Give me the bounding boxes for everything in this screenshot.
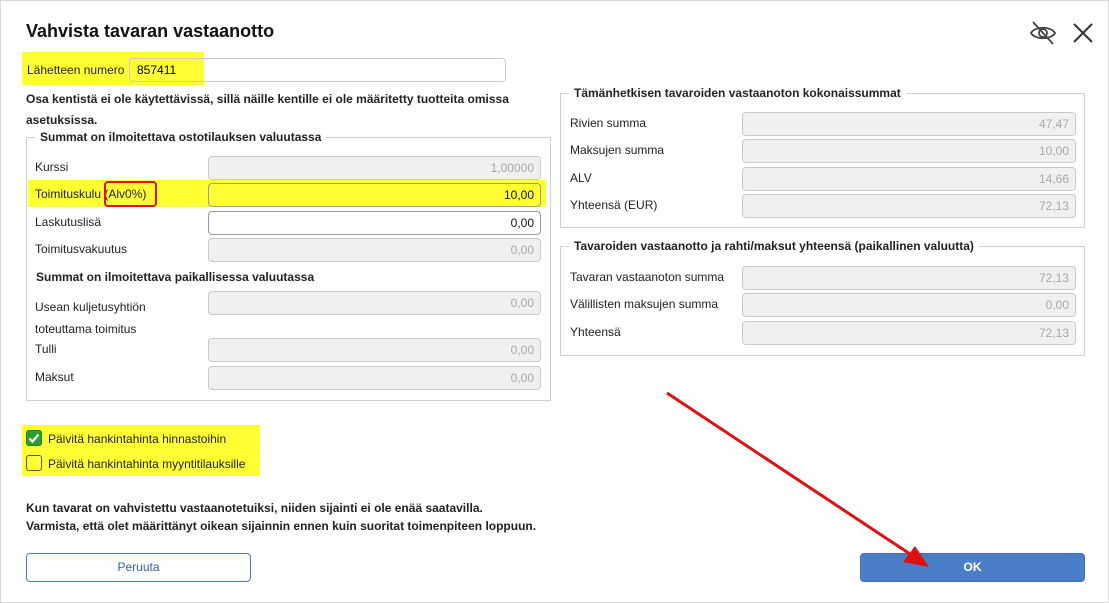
customs-field: 0,00 xyxy=(208,338,541,362)
update-price-lists-checkbox[interactable] xyxy=(26,430,42,446)
dialog-title: Vahvista tavaran vastaanotto xyxy=(26,21,275,41)
invoicing-surcharge-label: Laskutuslisä xyxy=(35,215,102,229)
local-total-label: Yhteensä xyxy=(570,325,621,339)
indirect-fees-label: Välillisten maksujen summa xyxy=(570,297,719,311)
rate-label: Kurssi xyxy=(35,160,69,174)
rows-sum-field: 47,47 xyxy=(742,112,1076,136)
total-eur-label: Yhteensä (EUR) xyxy=(570,198,658,212)
delivery-cost-input[interactable]: 10,00 xyxy=(208,183,541,207)
cancel-button[interactable]: Peruuta xyxy=(26,553,251,582)
receipt-sum-field: 72,13 xyxy=(742,266,1076,290)
local-totals-legend: Tavaroiden vastaanotto ja rahti/maksut y… xyxy=(574,239,974,253)
vat-label: ALV xyxy=(570,171,592,185)
fees-field: 0,00 xyxy=(208,366,541,390)
location-warning-line1: Kun tavarat on vahvistettu vastaanotetui… xyxy=(26,501,483,515)
fees-label: Maksut xyxy=(35,370,74,384)
sender-number-input[interactable] xyxy=(129,58,506,82)
ok-button[interactable]: OK xyxy=(860,553,1085,582)
rate-field: 1,00000 xyxy=(208,156,541,180)
local-currency-subheading: Summat on ilmoitettava paikallisessa val… xyxy=(36,270,315,284)
fees-sum-label: Maksujen summa xyxy=(570,143,665,157)
delivery-insurance-label: Toimitusvakuutus xyxy=(35,242,128,256)
update-sales-orders-checkbox[interactable] xyxy=(26,455,42,471)
update-sales-orders-label: Päivitä hankintahinta myyntitilauksille xyxy=(48,457,246,471)
current-totals-legend: Tämänhetkisen tavaroiden vastaanoton kok… xyxy=(574,86,901,100)
close-icon[interactable] xyxy=(1068,18,1098,48)
update-price-lists-label: Päivitä hankintahinta hinnastoihin xyxy=(48,432,227,446)
checkmark-icon xyxy=(28,433,40,444)
multi-carrier-label: Usean kuljetusyhtiön toteuttama toimitus xyxy=(35,296,146,340)
location-warning-line2: Varmista, että olet määrittänyt oikean s… xyxy=(26,519,537,533)
vat-field: 14,66 xyxy=(742,167,1076,191)
customs-label: Tulli xyxy=(35,342,57,356)
location-warning: Kun tavarat on vahvistettu vastaanotetui… xyxy=(26,499,586,535)
unavailable-fields-note: Osa kentistä ei ole käytettävissä, sillä… xyxy=(26,92,509,127)
confirm-receipt-dialog: Vahvista tavaran vastaanotto Lähetteen n… xyxy=(0,0,1109,603)
order-currency-legend: Summat on ilmoitettava ostotilauksen val… xyxy=(40,130,322,144)
annotation-circle xyxy=(104,181,157,207)
multi-carrier-label-line2: toteuttama toimitus xyxy=(35,322,137,336)
multi-carrier-field: 0,00 xyxy=(208,291,541,315)
local-total-field: 72,13 xyxy=(742,321,1076,345)
invoicing-surcharge-input[interactable]: 0,00 xyxy=(208,211,541,235)
delivery-insurance-field: 0,00 xyxy=(208,238,541,262)
sender-number-label: Lähetteen numero xyxy=(27,63,125,77)
receipt-sum-label: Tavaran vastaanoton summa xyxy=(570,270,725,284)
fees-sum-field: 10,00 xyxy=(742,139,1076,163)
multi-carrier-label-line1: Usean kuljetusyhtiön xyxy=(35,300,146,314)
indirect-fees-field: 0,00 xyxy=(742,293,1076,317)
delivery-cost-label-text: Toimituskulu xyxy=(35,187,102,201)
eye-slash-icon[interactable] xyxy=(1028,18,1058,48)
rows-sum-label: Rivien summa xyxy=(570,116,647,130)
total-eur-field: 72,13 xyxy=(742,194,1076,218)
